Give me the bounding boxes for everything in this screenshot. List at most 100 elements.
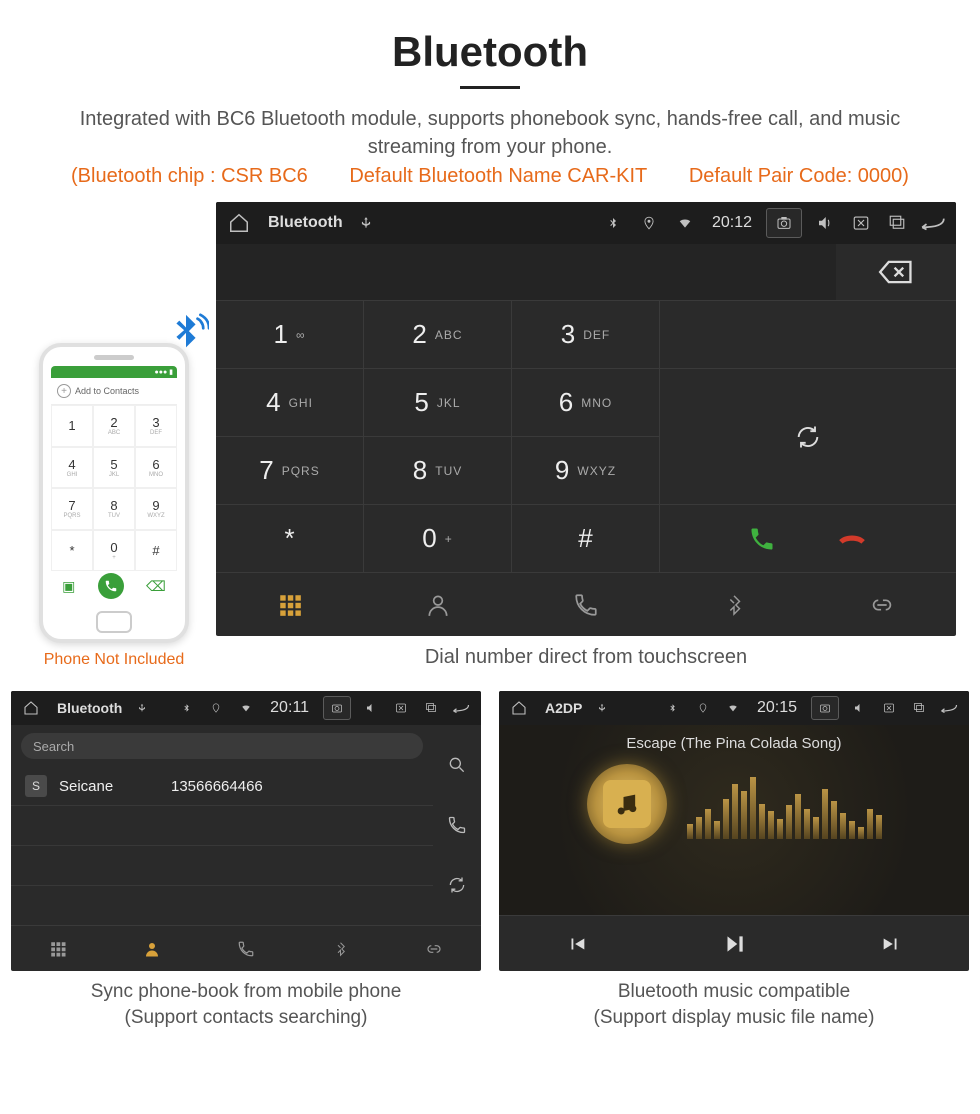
tab-pair[interactable] bbox=[414, 940, 454, 958]
tab-bluetooth[interactable] bbox=[704, 592, 764, 618]
bluetooth-specs: (Bluetooth chip : CSR BC6 Default Blueto… bbox=[0, 165, 980, 188]
recent-apps-icon[interactable] bbox=[909, 702, 929, 714]
key-1[interactable]: 1∞ bbox=[216, 300, 364, 368]
number-display bbox=[216, 244, 836, 300]
call-buttons bbox=[660, 504, 956, 572]
bluetooth-status-icon bbox=[176, 701, 196, 715]
phone-key-5: 5JKL bbox=[93, 447, 135, 489]
key-8[interactable]: 8TUV bbox=[364, 436, 512, 504]
phone-mockup: ●●● ▮ + Add to Contacts 12ABC3DEF4GHI5JK… bbox=[39, 343, 189, 643]
key-*[interactable]: * bbox=[216, 504, 364, 572]
key-6[interactable]: 6MNO bbox=[512, 368, 660, 436]
phone-key-9: 9WXYZ bbox=[135, 488, 177, 530]
spec-name: Default Bluetooth Name CAR-KIT bbox=[349, 165, 647, 187]
phone-call-button bbox=[98, 573, 124, 599]
spec-chip: (Bluetooth chip : CSR BC6 bbox=[71, 165, 308, 187]
dialer-title: Bluetooth bbox=[268, 214, 343, 232]
phone-add-contact: + Add to Contacts bbox=[51, 378, 177, 405]
tab-pair[interactable] bbox=[852, 592, 912, 618]
phone-key-4: 4GHI bbox=[51, 447, 93, 489]
play-pause-button[interactable] bbox=[721, 931, 747, 957]
phone-backspace-icon: ⌫ bbox=[146, 578, 166, 595]
usb-icon bbox=[592, 701, 612, 715]
wifi-icon bbox=[236, 703, 256, 713]
phone-key-3: 3DEF bbox=[135, 405, 177, 447]
close-app-icon[interactable] bbox=[391, 702, 411, 714]
home-icon[interactable] bbox=[509, 700, 529, 716]
wifi-icon bbox=[672, 216, 698, 230]
side-blank bbox=[660, 300, 956, 368]
back-icon[interactable] bbox=[920, 215, 946, 231]
contacts-screen: Bluetooth 20:11 Search bbox=[11, 691, 481, 971]
key-0[interactable]: 0+ bbox=[364, 504, 512, 572]
phone-key-#: # bbox=[135, 530, 177, 572]
side-search-icon[interactable] bbox=[447, 755, 467, 775]
contacts-caption: Sync phone-book from mobile phone (Suppo… bbox=[11, 979, 481, 1030]
key-2[interactable]: 2ABC bbox=[364, 300, 512, 368]
sync-button[interactable] bbox=[660, 368, 956, 504]
music-time: 20:15 bbox=[757, 699, 797, 717]
contacts-title: Bluetooth bbox=[57, 700, 122, 716]
screenshot-icon[interactable] bbox=[766, 208, 802, 238]
dialer-tabbar bbox=[216, 572, 956, 636]
phone-key-8: 8TUV bbox=[93, 488, 135, 530]
tab-contacts[interactable] bbox=[408, 592, 468, 618]
back-icon[interactable] bbox=[939, 703, 959, 713]
tab-keypad[interactable] bbox=[38, 940, 78, 958]
title-underline bbox=[460, 86, 520, 89]
phone-sim-icon: ▣ bbox=[62, 578, 75, 595]
contact-initial: S bbox=[25, 775, 47, 797]
call-button[interactable] bbox=[748, 525, 776, 553]
backspace-button[interactable] bbox=[836, 244, 956, 300]
usb-icon bbox=[353, 214, 379, 232]
recent-apps-icon[interactable] bbox=[884, 214, 910, 232]
phone-key-0: 0+ bbox=[93, 530, 135, 572]
prev-button[interactable] bbox=[566, 933, 588, 955]
key-#[interactable]: # bbox=[512, 504, 660, 572]
track-title: Escape (The Pina Colada Song) bbox=[499, 725, 969, 752]
screenshot-icon[interactable] bbox=[323, 696, 351, 720]
location-icon bbox=[206, 701, 226, 715]
close-app-icon[interactable] bbox=[879, 702, 899, 714]
side-sync-icon[interactable] bbox=[447, 875, 467, 895]
hangup-button[interactable] bbox=[836, 525, 868, 553]
phone-key-6: 6MNO bbox=[135, 447, 177, 489]
next-button[interactable] bbox=[880, 933, 902, 955]
tab-contacts[interactable] bbox=[132, 940, 172, 958]
recent-apps-icon[interactable] bbox=[421, 702, 441, 714]
contact-row[interactable]: S Seicane 13566664466 bbox=[11, 767, 433, 806]
screenshot-icon[interactable] bbox=[811, 696, 839, 720]
contacts-tabbar bbox=[11, 925, 481, 971]
key-3[interactable]: 3DEF bbox=[512, 300, 660, 368]
location-icon bbox=[693, 701, 713, 715]
tab-keypad[interactable] bbox=[260, 592, 320, 618]
volume-icon[interactable] bbox=[849, 702, 869, 714]
key-5[interactable]: 5JKL bbox=[364, 368, 512, 436]
contact-name: Seicane bbox=[59, 778, 159, 795]
back-icon[interactable] bbox=[451, 703, 471, 713]
tab-history[interactable] bbox=[226, 940, 266, 958]
page-description: Integrated with BC6 Bluetooth module, su… bbox=[0, 105, 980, 161]
dialer-screen: Bluetooth 20:12 bbox=[216, 202, 956, 636]
key-7[interactable]: 7PQRS bbox=[216, 436, 364, 504]
phone-key-7: 7PQRS bbox=[51, 488, 93, 530]
album-art bbox=[587, 764, 667, 844]
volume-icon[interactable] bbox=[812, 214, 838, 232]
equalizer bbox=[687, 769, 882, 839]
location-icon bbox=[636, 214, 662, 232]
key-4[interactable]: 4GHI bbox=[216, 368, 364, 436]
search-input[interactable]: Search bbox=[21, 733, 423, 759]
home-icon[interactable] bbox=[21, 700, 41, 716]
tab-history[interactable] bbox=[556, 592, 616, 618]
music-title-label: A2DP bbox=[545, 700, 582, 716]
home-icon[interactable] bbox=[226, 212, 252, 234]
close-app-icon[interactable] bbox=[848, 214, 874, 232]
tab-bluetooth[interactable] bbox=[320, 940, 360, 958]
dialer-statusbar: Bluetooth 20:12 bbox=[216, 202, 956, 244]
key-9[interactable]: 9WXYZ bbox=[512, 436, 660, 504]
side-call-icon[interactable] bbox=[447, 815, 467, 835]
dialer-caption: Dial number direct from touchscreen bbox=[216, 646, 956, 669]
wifi-icon bbox=[723, 703, 743, 713]
volume-icon[interactable] bbox=[361, 702, 381, 714]
usb-icon bbox=[132, 701, 152, 715]
